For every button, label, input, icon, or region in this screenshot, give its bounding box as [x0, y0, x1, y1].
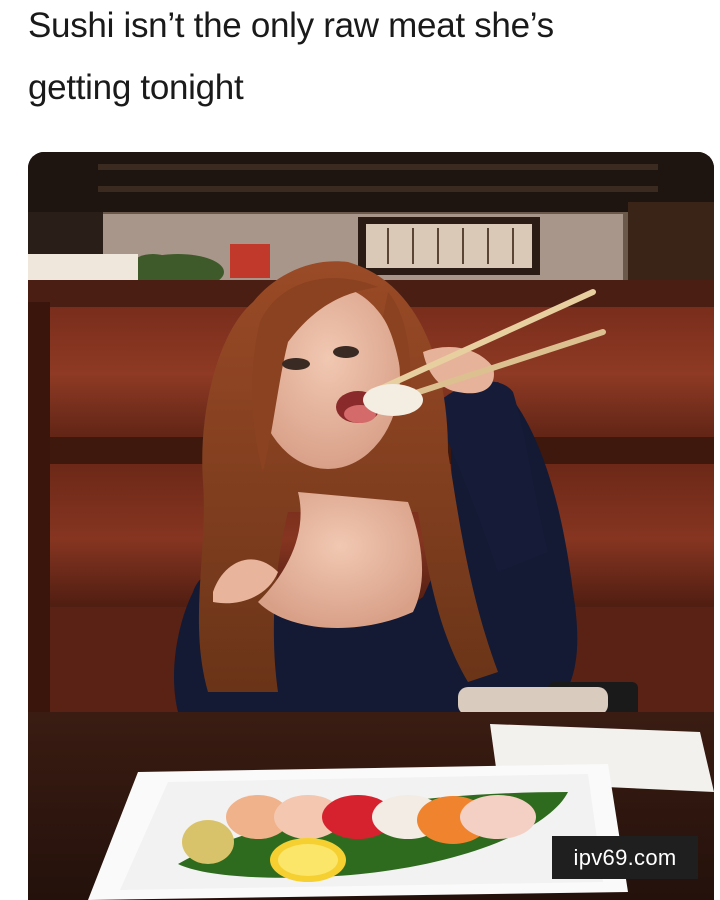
watermark: ipv69.com [552, 836, 698, 879]
red-sign [230, 244, 270, 278]
caption-line-2: getting tonight [28, 68, 244, 107]
eye-left [282, 358, 310, 370]
sushi-in-mouth [363, 384, 423, 416]
meme-photo [28, 152, 714, 900]
watermark-text: ipv69.com [573, 844, 677, 870]
caption-line-1: Sushi isn’t the only raw meat she’s [28, 6, 554, 45]
meme-caption: Sushi isn’t the only raw meat she’s gett… [28, 0, 668, 110]
eye-right [333, 346, 359, 358]
